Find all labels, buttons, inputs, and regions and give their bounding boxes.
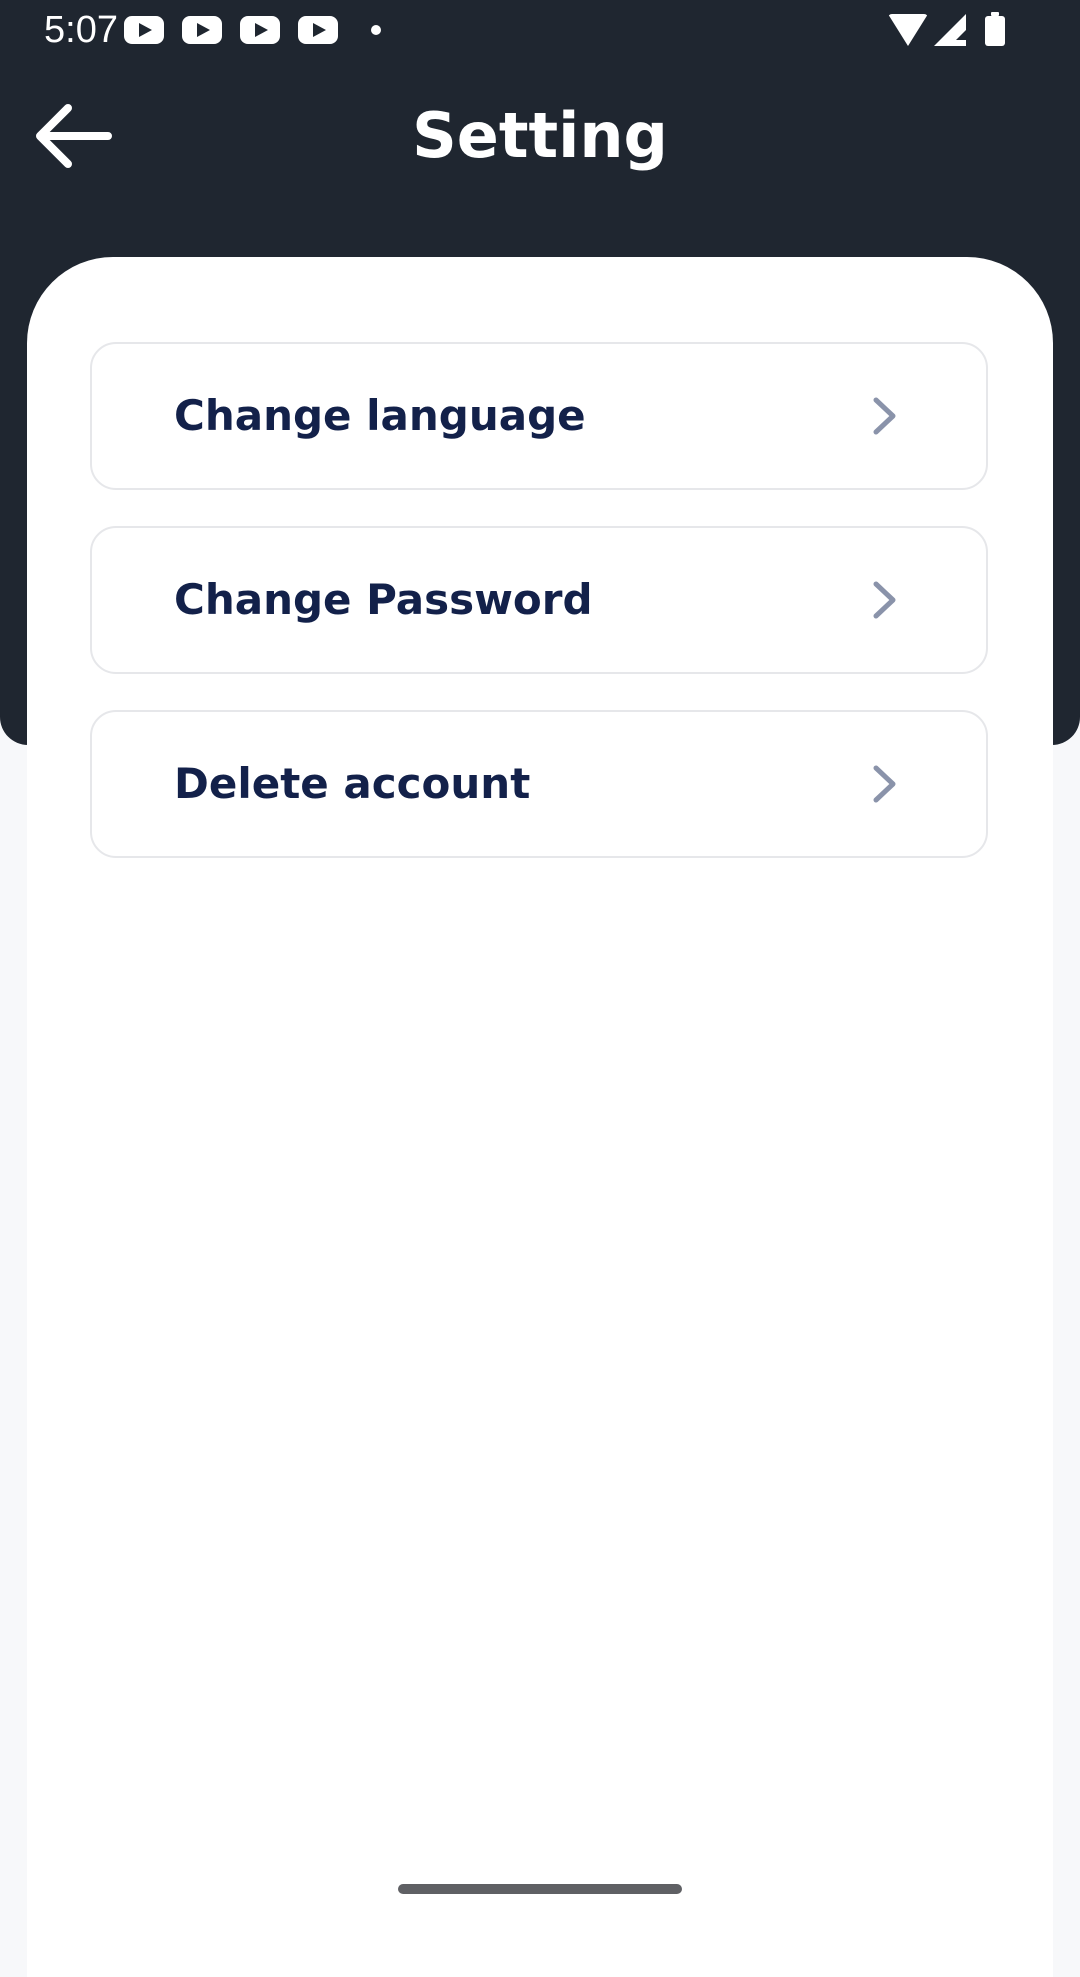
- chevron-right-icon: [873, 581, 896, 619]
- setting-item-label: Change Password: [174, 575, 593, 624]
- status-bar: 5:07: [0, 0, 1080, 60]
- chevron-right-icon: [873, 397, 896, 435]
- youtube-notification-icon: [124, 16, 164, 44]
- youtube-notification-icon: [240, 16, 280, 44]
- youtube-notification-icon: [182, 16, 222, 44]
- more-notifications-icon: [371, 25, 381, 35]
- setting-item-label: Change language: [174, 391, 586, 440]
- setting-item-change-password[interactable]: Change Password: [90, 526, 988, 674]
- battery-icon: [985, 12, 1005, 46]
- cell-signal-icon: [934, 14, 970, 46]
- home-indicator[interactable]: [398, 1884, 682, 1894]
- page-title: Setting: [412, 99, 668, 172]
- youtube-notification-icon: [298, 16, 338, 44]
- wifi-icon: [888, 14, 928, 46]
- status-time: 5:07: [44, 9, 118, 51]
- setting-item-label: Delete account: [174, 759, 531, 808]
- settings-card: [27, 257, 1053, 1977]
- setting-item-change-language[interactable]: Change language: [90, 342, 988, 490]
- setting-item-delete-account[interactable]: Delete account: [90, 710, 988, 858]
- chevron-right-icon: [873, 765, 896, 803]
